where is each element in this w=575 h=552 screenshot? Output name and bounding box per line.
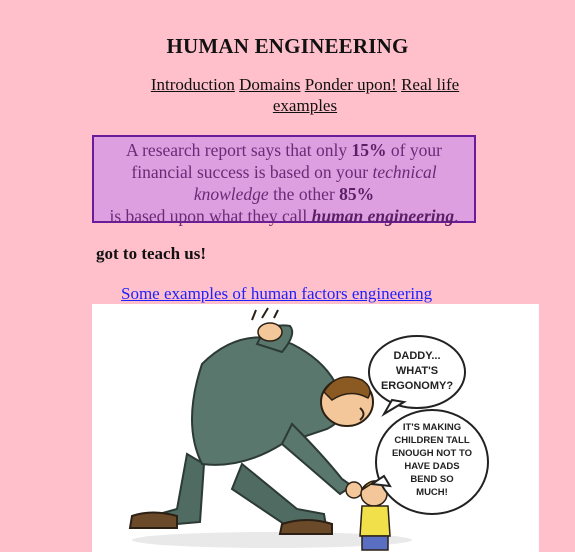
quote-text-3: the other	[268, 184, 340, 204]
bubble2-line4: HAVE DADS	[404, 461, 459, 472]
nav-domains-link[interactable]: Domains	[239, 75, 300, 94]
quote-text-4: is based upon what they call	[109, 206, 312, 226]
examples-link[interactable]: Some examples of human factors engineeri…	[121, 284, 432, 304]
bubble1-line1: DADDY...	[393, 350, 440, 362]
quote-period: .	[454, 206, 459, 226]
ergonomics-cartoon: DADDY... WHAT'S ERGONOMY? IT'S MAKING CH…	[92, 304, 539, 552]
cartoon-drawing: DADDY... WHAT'S ERGONOMY? IT'S MAKING CH…	[128, 307, 489, 551]
bubble2-line3: ENOUGH NOT TO	[392, 448, 472, 459]
bubble2-line5: BEND SO	[410, 474, 453, 485]
nav-links: Introduction Domains Ponder upon! Real l…	[140, 74, 470, 116]
quote-text-1: A research report says that only	[126, 140, 352, 160]
quote-pct-15: 15%	[351, 140, 387, 160]
quote-box: A research report says that only 15% of …	[92, 135, 476, 226]
bubble2-line6: MUCH!	[416, 487, 448, 498]
tagline-text: got to teach us!	[96, 244, 207, 263]
quote-pct-85: 85%	[339, 184, 375, 204]
page-title: HUMAN ENGINEERING	[166, 34, 409, 58]
bubble1-line2: WHAT'S	[396, 365, 438, 377]
quote-human-engineering: human engineering	[311, 206, 455, 226]
nav-introduction-link[interactable]: Introduction	[151, 75, 235, 94]
nav-ponder-link[interactable]: Ponder upon!	[305, 75, 397, 94]
bubble1-line3: ERGONOMY?	[381, 380, 453, 392]
bubble2-line1: IT'S MAKING	[403, 422, 461, 433]
bubble2-line2: CHILDREN TALL	[394, 435, 469, 446]
